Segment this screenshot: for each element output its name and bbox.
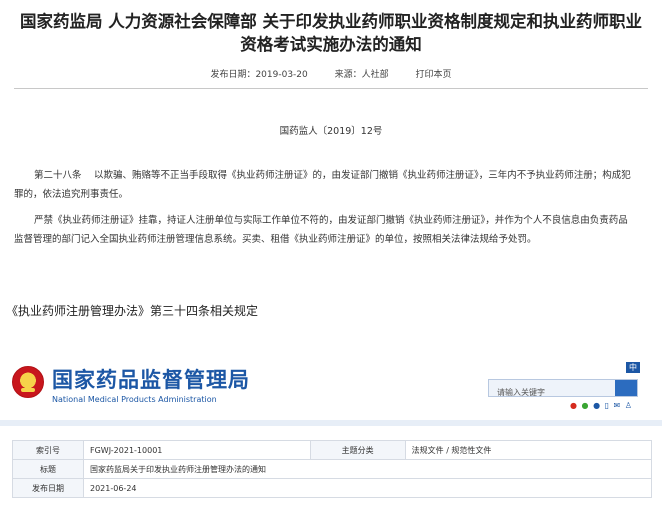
info-table: 索引号 FGWJ-2021-10001 主题分类 法规文件 / 规范性文件 标题… [12, 440, 653, 498]
national-emblem-icon [12, 366, 44, 398]
paragraph-2: 严禁《执业药师注册证》挂靠，持证人注册单位与实际工作单位不符的，由发证部门撤销《… [14, 215, 628, 245]
paragraph-1: 第二十八条 以欺骗、贿赂等不正当手段取得《执业药师注册证》的，由发证部门撤销《执… [14, 170, 631, 200]
table-row: 发布日期 2021-06-24 [12, 478, 652, 498]
search-box[interactable] [488, 379, 638, 400]
user-icon[interactable]: ● [593, 401, 600, 410]
article-screenshot: 国家药监局 人力资源社会保障部 关于印发执业药师职业资格制度规定和执业药师职业资… [0, 0, 662, 300]
search-input[interactable] [489, 384, 607, 400]
site-header: 国家药品监督管理局 National Medical Products Admi… [0, 356, 662, 426]
print-link[interactable]: 打印本页 [416, 70, 452, 80]
person-icon[interactable]: ♙ [625, 401, 632, 410]
share-icons: ● ● ● ▯ ✉ ♙ [568, 401, 632, 410]
source: 来源：人社部 [334, 70, 389, 80]
doc-number: 国药监人〔2019〕12号 [279, 126, 383, 137]
site-name-cn: 国家药品监督管理局 [52, 368, 250, 392]
article-title: 国家药监局 人力资源社会保障部 关于印发执业药师职业资格制度规定和执业药师职业资… [20, 12, 642, 54]
table-cell: FGWJ-2021-10001 [83, 440, 311, 460]
table-cell: 2021-06-24 [83, 478, 652, 498]
table-cell: 索引号 [12, 440, 84, 460]
mobile-icon[interactable]: ▯ [605, 401, 609, 410]
wechat-icon[interactable]: ● [582, 401, 589, 410]
table-cell: 国家药监局关于印发执业药师注册管理办法的通知 [83, 459, 652, 479]
site-name-en: National Medical Products Administration [52, 395, 217, 404]
language-button[interactable]: 中 [626, 362, 640, 373]
publish-date: 发布日期：2019-03-20 [210, 70, 308, 80]
table-row: 索引号 FGWJ-2021-10001 主题分类 法规文件 / 规范性文件 [12, 440, 653, 460]
header-band [0, 420, 662, 426]
table-row: 标题 国家药监局关于印发执业药师注册管理办法的通知 [12, 459, 652, 479]
table-cell: 主题分类 [309, 440, 406, 460]
weibo-icon[interactable]: ● [570, 401, 577, 410]
table-cell: 法规文件 / 规范性文件 [404, 440, 653, 460]
article-meta: 发布日期：2019-03-20 来源：人社部 打印本页 [0, 67, 662, 80]
mail-icon[interactable]: ✉ [614, 401, 621, 410]
table-cell: 发布日期 [12, 478, 84, 498]
divider [14, 88, 648, 89]
caption: 《执业药师注册管理办法》第三十四条相关规定 [6, 304, 259, 318]
table-cell: 标题 [12, 459, 84, 479]
search-button[interactable] [615, 380, 637, 396]
